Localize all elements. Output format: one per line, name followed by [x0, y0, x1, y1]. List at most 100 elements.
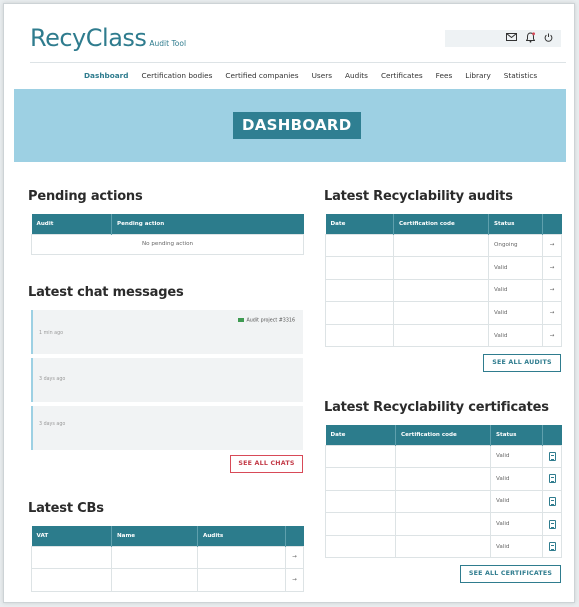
column-header-certification-code[interactable]: Certification code [395, 425, 491, 445]
nav-dashboard[interactable]: Dashboard [84, 71, 129, 80]
column-header-status[interactable]: Status [488, 214, 543, 234]
see-all-audits-button[interactable]: SEE ALL AUDITS [483, 354, 561, 372]
chat-message-card[interactable]: Audit project #3316 1 min ago [31, 310, 303, 354]
page-title: DASHBOARD [233, 112, 361, 139]
column-header-action [285, 526, 304, 546]
cell-code [393, 278, 489, 303]
cell-date [325, 512, 396, 536]
pending-actions-title: Pending actions [28, 189, 143, 204]
table-row: Valid → [325, 301, 562, 325]
header-divider [30, 62, 566, 63]
table-row: → [31, 568, 304, 592]
column-header-certification-code[interactable]: Certification code [393, 214, 489, 234]
page-banner: DASHBOARD [14, 89, 566, 162]
cell-status: Valid [488, 256, 543, 280]
chat-time: 3 days ago [39, 422, 66, 427]
cell-code [393, 301, 489, 325]
table-row: Ongoing → [325, 233, 562, 258]
cell-status: Valid [490, 512, 543, 536]
latest-audits-table: Date Certification code Status Ongoing →… [325, 214, 562, 348]
cell-code [393, 233, 489, 258]
table-header-row: Audit Pending action [31, 214, 304, 234]
arrow-right-icon[interactable]: → [542, 256, 562, 280]
cell-date [325, 323, 394, 348]
cell-code [393, 256, 489, 280]
logo[interactable]: RecyClass Audit Tool [30, 24, 186, 52]
table-header-row: Date Certification code Status [325, 425, 562, 445]
document-icon[interactable] [542, 444, 562, 469]
document-icon[interactable] [542, 534, 562, 559]
nav-statistics[interactable]: Statistics [504, 71, 537, 80]
cell-status: Valid [488, 301, 543, 325]
cell-code [395, 534, 491, 559]
nav-users[interactable]: Users [312, 71, 332, 80]
table-row: Valid [325, 534, 562, 559]
column-header-audits[interactable]: Audits [197, 526, 286, 546]
power-icon[interactable] [544, 33, 553, 45]
arrow-right-icon[interactable]: → [542, 301, 562, 325]
nav-certification-bodies[interactable]: Certification bodies [142, 71, 213, 80]
table-row: Valid → [325, 256, 562, 280]
main-nav: Dashboard Certification bodies Certified… [84, 71, 550, 80]
app-window: RecyClass Audit Tool Dashboard Certifica… [3, 3, 575, 603]
cell-date [325, 233, 394, 258]
column-header-audit[interactable]: Audit [31, 214, 112, 234]
latest-audits-title: Latest Recyclability audits [324, 189, 513, 204]
document-icon[interactable] [542, 512, 562, 536]
column-header-status[interactable]: Status [490, 425, 543, 445]
chat-tag-label: Audit project #3316 [246, 318, 295, 324]
cell-date [325, 256, 394, 280]
arrow-right-icon[interactable]: → [285, 545, 304, 570]
see-all-chats-button[interactable]: SEE ALL CHATS [230, 455, 303, 473]
cell-status: Valid [490, 489, 543, 514]
chat-time: 3 days ago [39, 377, 66, 382]
cell-code [395, 467, 491, 491]
chat-message-card[interactable]: 3 days ago [31, 358, 303, 402]
cell-name [111, 568, 198, 592]
cell-status: Ongoing [488, 233, 543, 258]
document-icon[interactable] [542, 489, 562, 514]
column-header-action [542, 214, 562, 234]
arrow-right-icon[interactable]: → [285, 568, 304, 592]
nav-fees[interactable]: Fees [436, 71, 453, 80]
document-icon[interactable] [542, 467, 562, 491]
see-all-certificates-button[interactable]: SEE ALL CERTIFICATES [460, 565, 561, 583]
cell-date [325, 301, 394, 325]
cell-status: Valid [490, 534, 543, 559]
arrow-right-icon[interactable]: → [542, 233, 562, 258]
cell-date [325, 467, 396, 491]
nav-certified-companies[interactable]: Certified companies [225, 71, 298, 80]
bell-icon[interactable] [525, 31, 536, 46]
nav-library[interactable]: Library [465, 71, 491, 80]
chat-messages-title: Latest chat messages [28, 285, 184, 300]
cell-status: Valid [488, 323, 543, 348]
table-row: Valid [325, 489, 562, 514]
chat-message-card[interactable]: 3 days ago [31, 406, 303, 450]
arrow-right-icon[interactable]: → [542, 278, 562, 303]
column-header-pending-action[interactable]: Pending action [111, 214, 304, 234]
table-row: Valid [325, 467, 562, 491]
chat-project-tag: Audit project #3316 [238, 318, 295, 324]
column-header-name[interactable]: Name [111, 526, 198, 546]
nav-certificates[interactable]: Certificates [381, 71, 423, 80]
nav-audits[interactable]: Audits [345, 71, 368, 80]
table-row: Valid [325, 512, 562, 536]
arrow-right-icon[interactable]: → [542, 323, 562, 348]
logo-subtitle: Audit Tool [149, 39, 187, 48]
latest-cbs-table: VAT Name Audits → → [31, 526, 304, 592]
logo-text: RecyClass [30, 24, 147, 52]
header: RecyClass Audit Tool [4, 4, 574, 63]
column-header-action [542, 425, 562, 445]
table-row: Valid [325, 444, 562, 469]
column-header-date[interactable]: Date [325, 214, 394, 234]
top-actions [445, 30, 561, 47]
column-header-vat[interactable]: VAT [31, 526, 112, 546]
table-header-row: VAT Name Audits [31, 526, 304, 546]
column-header-date[interactable]: Date [325, 425, 396, 445]
table-row: Valid → [325, 278, 562, 303]
cell-date [325, 534, 396, 559]
mail-icon[interactable] [506, 33, 517, 44]
table-row: Valid → [325, 323, 562, 348]
cell-date [325, 444, 396, 469]
table-row: → [31, 545, 304, 570]
